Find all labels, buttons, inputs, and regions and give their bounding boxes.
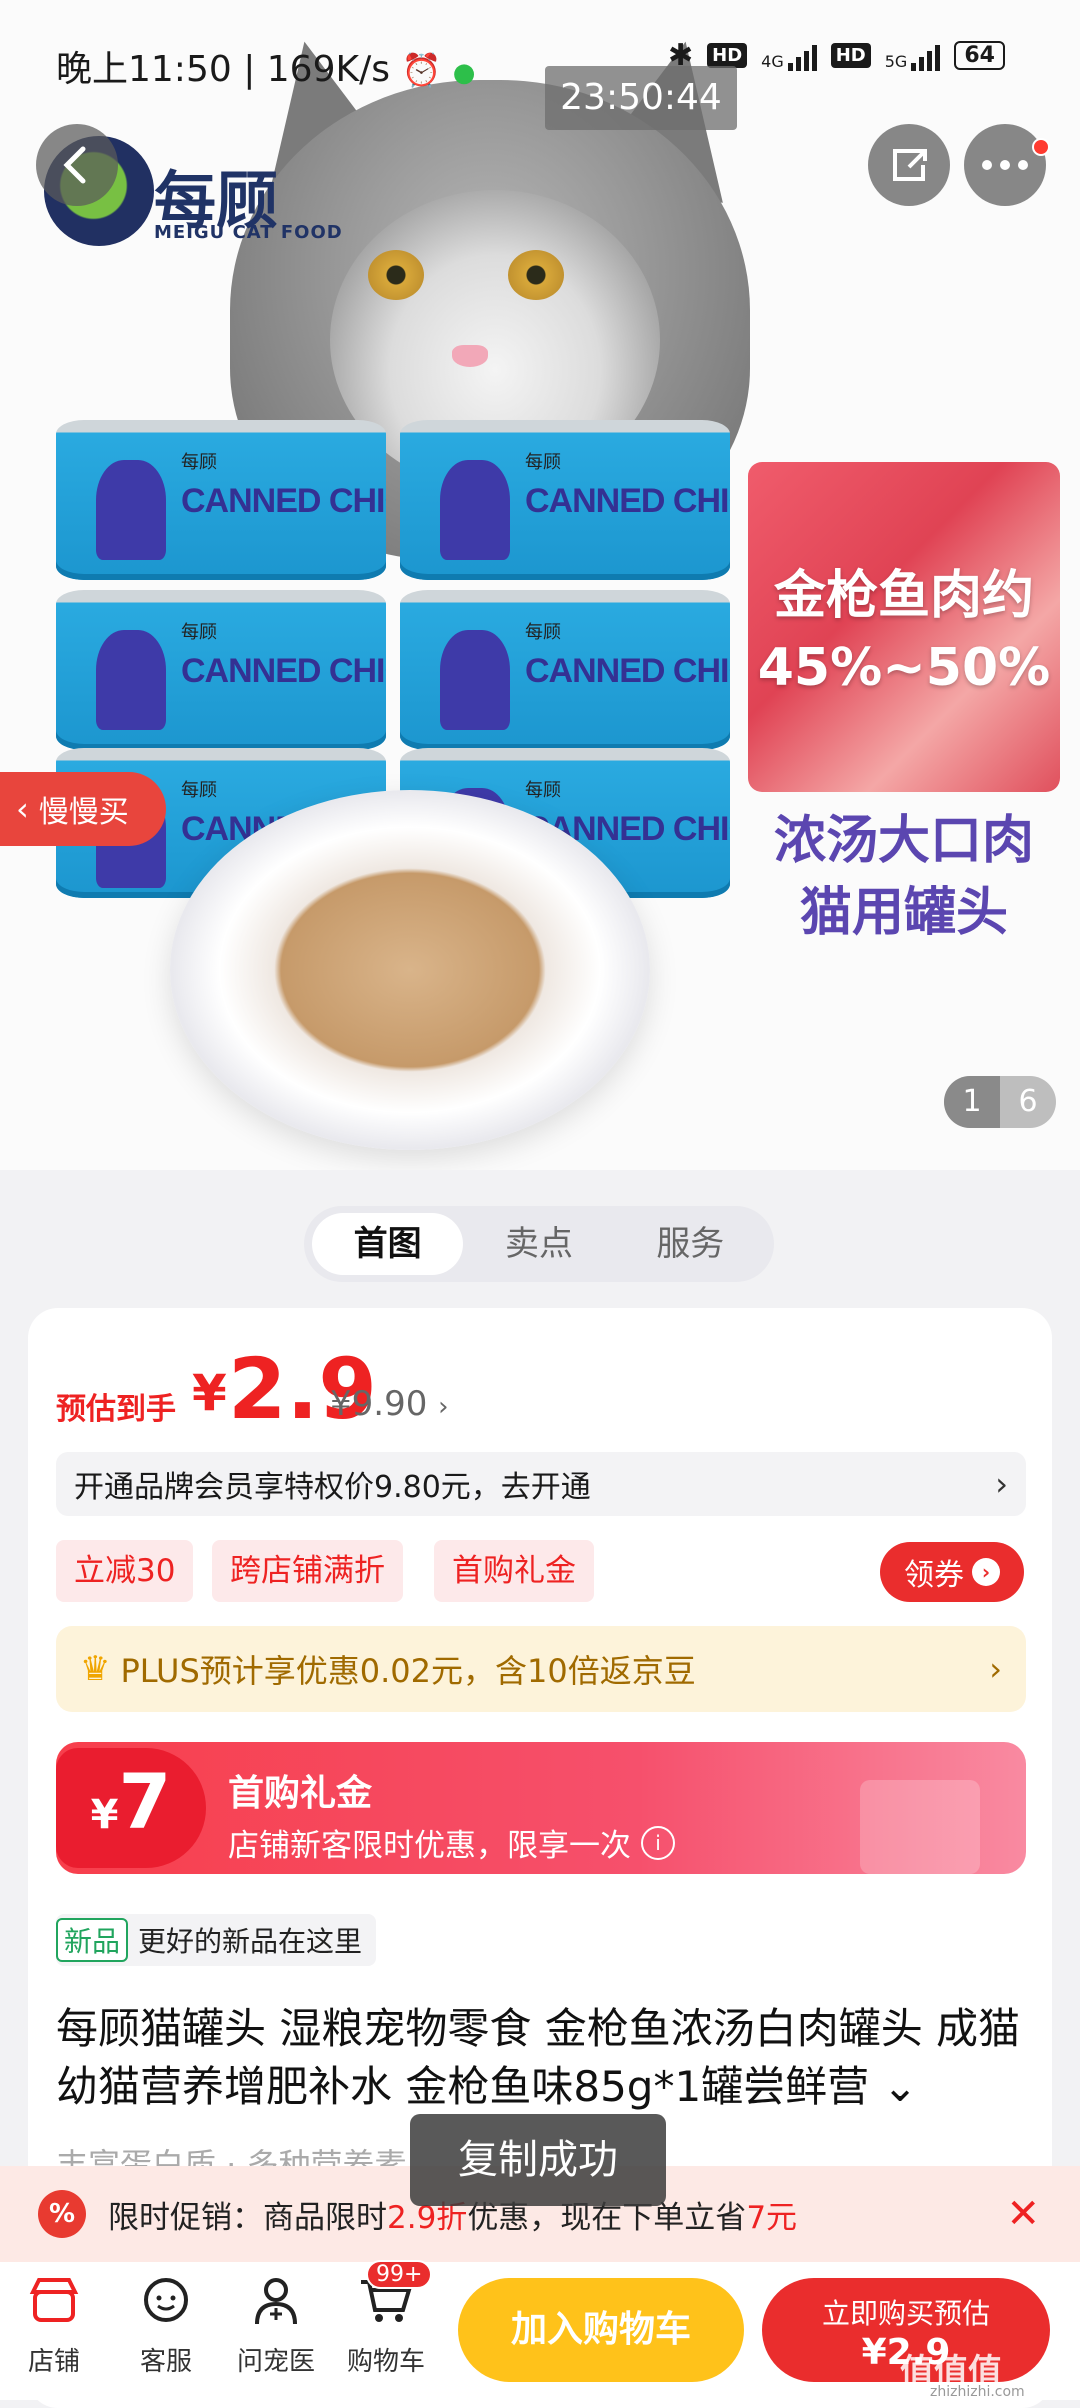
chat-icon	[144, 2278, 188, 2322]
watermark-url: zhizhizhi.com	[930, 2384, 1025, 2400]
notification-dot	[1032, 138, 1050, 156]
new-badge: 新品	[56, 1918, 129, 1962]
share-icon	[893, 149, 927, 181]
gift-box-icon	[860, 1780, 980, 1874]
info-icon[interactable]: i	[641, 1825, 675, 1860]
new-product-text: 更好的新品在这里	[138, 1925, 363, 1958]
wechat-icon: ●	[452, 58, 476, 88]
estimated-price-label: 预估到手	[56, 1392, 176, 1427]
member-offer-row[interactable]: 开通品牌会员享特权价9.80元，去开通 ›	[56, 1452, 1026, 1516]
back-button[interactable]	[36, 124, 118, 206]
brand-subtitle: MEIGU CAT FOOD	[154, 222, 343, 243]
gift-title: 首购礼金	[228, 1773, 373, 1814]
promo-tag[interactable]: 立减30	[56, 1540, 194, 1602]
new-product-row[interactable]: 新品 更好的新品在这里	[56, 1914, 377, 1966]
crown-icon: ♛	[80, 1649, 111, 1689]
cat-eye	[508, 250, 564, 300]
signal-icon: 4G	[761, 41, 817, 71]
side-selling-text: 浓汤大口肉 猫用罐头	[773, 811, 1034, 943]
nav-ask-vet[interactable]: 问宠医	[226, 2274, 326, 2378]
chevron-left-icon: ‹	[16, 790, 29, 828]
shop-icon	[29, 2278, 79, 2322]
chevron-right-icon: ›	[972, 1558, 1000, 1586]
discount-icon: %	[38, 2190, 86, 2238]
hd-badge: HD	[830, 43, 871, 68]
share-button[interactable]	[868, 124, 950, 206]
cat-eye	[368, 250, 424, 300]
tab-service[interactable]: 服务	[615, 1213, 766, 1275]
close-icon[interactable]: ✕	[1006, 2191, 1040, 2237]
food-bowl	[170, 790, 650, 1150]
plus-offer-row[interactable]: ♛ PLUS预计享优惠0.02元，含10倍返京豆 ›	[56, 1626, 1026, 1712]
total-images: 6	[1018, 1084, 1038, 1119]
plus-offer-text: PLUS预计享优惠0.02元，含10倍返京豆	[120, 1652, 696, 1690]
cat-nose	[452, 345, 488, 367]
gift-amount-badge: ¥ 7	[56, 1748, 206, 1868]
product-title[interactable]: 每顾猫罐头 湿粮宠物零食 金枪鱼浓汤白肉罐头 成猫幼猫营养增肥补水 金枪鱼味85…	[56, 2000, 1036, 2116]
image-counter: 1 6	[944, 1076, 1056, 1128]
battery-icon: 64	[954, 41, 1005, 70]
original-price[interactable]: ¥9.90 ›	[330, 1384, 449, 1424]
chevron-right-icon: ›	[989, 1650, 1002, 1688]
tuna-percent-label: 金枪鱼肉约 45%~50%	[757, 566, 1051, 698]
chevron-left-icon	[63, 146, 86, 184]
slow-buy-label: 慢慢买	[38, 795, 129, 830]
status-time-speed: 晚上11:50 | 169K/s ⏰ ●	[56, 49, 476, 90]
signal-icon: 5G	[885, 41, 941, 71]
promo-tag[interactable]: 跨店铺满折	[212, 1540, 403, 1602]
canned-food-can: 每顾CANNED CHICKEN	[400, 590, 730, 750]
canned-food-can: 每顾CANNED CHICKEN	[56, 420, 386, 580]
hd-badge: HD	[707, 43, 748, 68]
member-offer-text: 开通品牌会员享特权价9.80元，去开通	[74, 1470, 591, 1505]
time-overlay: 23:50:44	[545, 66, 737, 130]
current-image-index: 1	[944, 1076, 1000, 1128]
canned-food-can: 每顾CANNED CHICKEN	[56, 590, 386, 750]
canned-food-can: 每顾CANNED CHICKEN	[400, 420, 730, 580]
promo-tag[interactable]: 首购礼金	[434, 1540, 594, 1602]
vet-icon	[255, 2278, 297, 2325]
nav-shop[interactable]: 店铺	[4, 2274, 104, 2378]
image-type-tabs: 首图 卖点 服务	[304, 1206, 774, 1282]
nav-cart[interactable]: 购物车	[336, 2274, 436, 2378]
copy-success-toast: 复制成功	[410, 2114, 666, 2206]
add-to-cart-button[interactable]: 加入购物车	[458, 2278, 744, 2382]
gift-subtitle: 店铺新客限时优惠，限享一次 i	[228, 1820, 675, 1865]
tab-main-image[interactable]: 首图	[312, 1213, 464, 1275]
chevron-right-icon: ›	[438, 1392, 449, 1422]
slow-buy-button[interactable]: ‹ 慢慢买	[0, 772, 166, 846]
chevron-right-icon: ›	[995, 1465, 1008, 1503]
more-dots-icon	[982, 160, 1028, 170]
tab-selling-points[interactable]: 卖点	[463, 1213, 614, 1275]
more-options-button[interactable]	[964, 124, 1046, 206]
alarm-icon: ⏰	[401, 51, 442, 89]
price-currency: ¥	[192, 1364, 227, 1422]
nav-customer-service[interactable]: 客服	[116, 2274, 216, 2378]
cart-count-badge: 99+	[366, 2260, 433, 2289]
get-coupon-button[interactable]: 领券 ›	[880, 1542, 1024, 1602]
